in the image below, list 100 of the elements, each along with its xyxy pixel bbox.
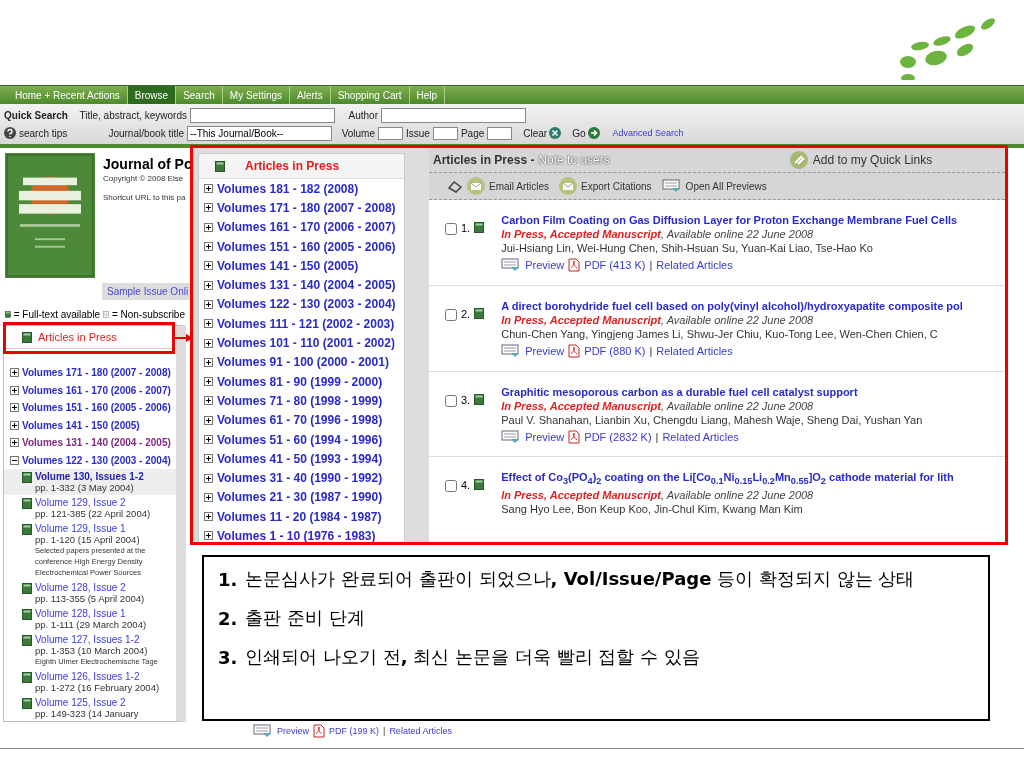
article-title-link[interactable]: Carbon Film Coating on Gas Diffusion Layer for Proton Exchange Membrane Fuel Cells (501, 213, 958, 227)
volume-link[interactable]: Volumes 141 - 150 (2005) (22, 419, 140, 431)
plus-box-icon[interactable] (204, 435, 213, 444)
plus-box-icon[interactable] (204, 531, 213, 541)
volume-link[interactable]: Volumes 151 - 160 (2005 - 2006) (22, 402, 171, 414)
volume-link[interactable]: Volumes 21 - 30 (1987 - 1990) (217, 490, 383, 505)
issue-item[interactable]: Volume 125, Issue 2 pp. 149-323 (14 January (4, 695, 176, 721)
volume-link[interactable]: Volumes 41 - 50 (1993 - 1994) (217, 451, 383, 466)
plus-box-icon[interactable] (204, 454, 213, 464)
articles-in-press-link[interactable]: Articles in Press (38, 331, 117, 343)
volume-link[interactable]: Volumes 71 - 80 (1998 - 1999) (217, 393, 383, 408)
plus-box-icon[interactable] (204, 203, 213, 213)
volume-link[interactable]: Volumes 91 - 100 (2000 - 2001) (217, 355, 389, 370)
volume-link[interactable]: Volumes 11 - 20 (1984 - 1987) (217, 509, 382, 524)
issue-item[interactable]: Volume 128, Issue 2 pp. 113-355 (5 April 2004) (4, 580, 176, 606)
toolbar-link[interactable]: Export Citations (581, 180, 652, 192)
note-to-users-link[interactable]: Note to users (538, 153, 610, 167)
volume-link[interactable]: Volumes 161 - 170 (2006 - 2007) (22, 384, 171, 396)
plus-box-icon[interactable] (204, 242, 213, 252)
preview-link[interactable]: Preview (525, 258, 565, 272)
keywords-field[interactable] (190, 107, 335, 123)
volume-link[interactable]: Volumes 171 - 180 (2007 - 2008) (217, 200, 396, 215)
plus-box-icon[interactable] (204, 222, 213, 232)
volume-field[interactable] (378, 126, 403, 140)
volume-link[interactable]: Volumes 81 - 90 (1999 - 2000) (217, 374, 383, 389)
issue-link[interactable]: Volume 127, Issues 1-2 (35, 634, 165, 645)
issue-link[interactable]: Volume 129, Issue 2 (35, 497, 151, 508)
go-button[interactable]: Go (572, 127, 600, 139)
pdf-link[interactable]: PDF (199 K) (329, 726, 380, 736)
plus-box-icon[interactable] (204, 319, 213, 329)
toolbar-link[interactable]: Email Articles (489, 180, 549, 192)
related-articles-link[interactable]: Related Articles (389, 726, 452, 736)
article-checkbox[interactable] (445, 308, 457, 321)
plus-box-icon[interactable] (204, 512, 213, 522)
plus-box-icon[interactable] (10, 385, 19, 395)
article-title-link[interactable]: A direct borohydride fuel cell based on poly(vinyl alcohol)/hydroxyapatite composite pol (501, 298, 963, 313)
issue-link[interactable]: Volume 126, Issues 1-2 (35, 671, 160, 682)
article-checkbox[interactable] (445, 394, 457, 407)
plus-box-icon[interactable] (10, 368, 19, 378)
volume-link[interactable]: Volumes 1 - 10 (1976 - 1983) (217, 529, 376, 542)
preview-link[interactable]: Preview (525, 343, 565, 358)
volume-link[interactable]: Volumes 171 - 180 (2007 - 2008) (22, 367, 171, 379)
plus-box-icon[interactable] (204, 492, 213, 502)
author-field[interactable] (381, 107, 526, 123)
plus-box-icon[interactable] (204, 280, 213, 290)
pdf-link[interactable]: PDF (880 K) (584, 343, 646, 358)
page-field[interactable] (487, 126, 513, 140)
preview-link[interactable]: Preview (277, 726, 309, 736)
plus-box-icon[interactable] (204, 261, 213, 271)
issue-link[interactable]: Volume 129, Issue 1 (35, 523, 165, 534)
search-tips-link[interactable]: search tips (19, 127, 85, 139)
issue-link[interactable]: Volume 125, Issue 2 (35, 697, 139, 708)
nav-tab[interactable]: Browse (127, 86, 177, 104)
plus-box-icon[interactable] (204, 377, 213, 387)
clear-button[interactable]: Clear (523, 127, 562, 139)
issue-item[interactable]: Volume 126, Issues 1-2 pp. 1-272 (16 February 2004) (4, 669, 176, 695)
volume-link[interactable]: Volumes 161 - 170 (2006 - 2007) (217, 220, 396, 235)
volume-link[interactable]: Volumes 131 - 140 (2004 - 2005) (22, 437, 171, 449)
plus-box-icon[interactable] (204, 415, 213, 425)
volume-link[interactable]: Volumes 181 - 182 (2008) (217, 181, 359, 196)
pdf-link[interactable]: PDF (2832 K) (584, 429, 652, 444)
quick-links-link[interactable]: Add to my Quick Links (812, 153, 933, 167)
toolbar-link[interactable]: Open All Previews (685, 180, 767, 192)
article-checkbox[interactable] (445, 223, 457, 235)
related-articles-link[interactable]: Related Articles (662, 429, 739, 444)
issue-link[interactable]: Volume 128, Issue 2 (35, 582, 145, 593)
advanced-search-link[interactable]: Advanced Search (612, 128, 684, 138)
plus-box-icon[interactable] (10, 420, 19, 430)
plus-box-icon[interactable] (204, 473, 213, 483)
plus-box-icon[interactable] (204, 299, 213, 309)
minus-box-icon[interactable] (10, 455, 19, 465)
plus-box-icon[interactable] (10, 438, 19, 448)
related-articles-link[interactable]: Related Articles (656, 343, 733, 358)
article-title-link[interactable]: Effect of Co$_{3}$(PO$_{4}$)$_{2}$ coating on the Li[Co$_{0.1}$Ni$_{0.15}$Li$_{0.2}$Mn$_{0.55}$]O$_{2}$ cathode material for lith (501, 470, 954, 489)
volume-link[interactable]: Volumes 51 - 60 (1994 - 1996) (217, 432, 383, 447)
related-articles-link[interactable]: Related Articles (656, 258, 733, 272)
article-checkbox[interactable] (445, 480, 457, 493)
volume-link[interactable]: Volumes 111 - 121 (2002 - 2003) (217, 316, 395, 331)
volume-link[interactable]: Volumes 141 - 150 (2005) (217, 258, 359, 273)
volume-link[interactable]: Volumes 61 - 70 (1996 - 1998) (217, 413, 383, 428)
pdf-link[interactable]: PDF (413 K) (584, 258, 646, 272)
plus-box-icon[interactable] (204, 338, 213, 348)
issue-item[interactable]: Volume 128, Issue 1 pp. 1-111 (29 March 2004) (4, 606, 176, 632)
help-icon[interactable] (4, 127, 16, 139)
article-title-link[interactable]: Graphitic mesoporous carbon as a durable fuel cell catalyst support (501, 384, 923, 399)
issue-link[interactable]: Volume 130, Issues 1-2 (35, 471, 144, 482)
plus-box-icon[interactable] (10, 403, 19, 413)
issue-link[interactable]: Volume 128, Issue 1 (35, 608, 147, 619)
plus-box-icon[interactable] (204, 357, 213, 367)
preview-link[interactable]: Preview (525, 429, 565, 444)
volume-link[interactable]: Volumes 131 - 140 (2004 - 2005) (217, 278, 396, 293)
volume-link[interactable]: Volumes 122 - 130 (2003 - 2004) (217, 297, 396, 312)
issue-item[interactable]: Volume 129, Issue 2 pp. 121-385 (22 April 2004) (4, 495, 176, 521)
volume-link[interactable]: Volumes 31 - 40 (1990 - 1992) (217, 471, 383, 486)
journal-field[interactable]: --This Journal/Book-- (187, 125, 332, 141)
issue-item[interactable]: Volume 130, Issues 1-2 pp. 1-332 (3 May 2004) (4, 469, 176, 495)
volume-link[interactable]: Volumes 122 - 130 (2003 - 2004) (22, 454, 171, 466)
issue-field[interactable] (432, 126, 458, 140)
plus-box-icon[interactable] (204, 184, 213, 194)
volume-link[interactable]: Volumes 151 - 160 (2005 - 2006) (217, 239, 396, 254)
